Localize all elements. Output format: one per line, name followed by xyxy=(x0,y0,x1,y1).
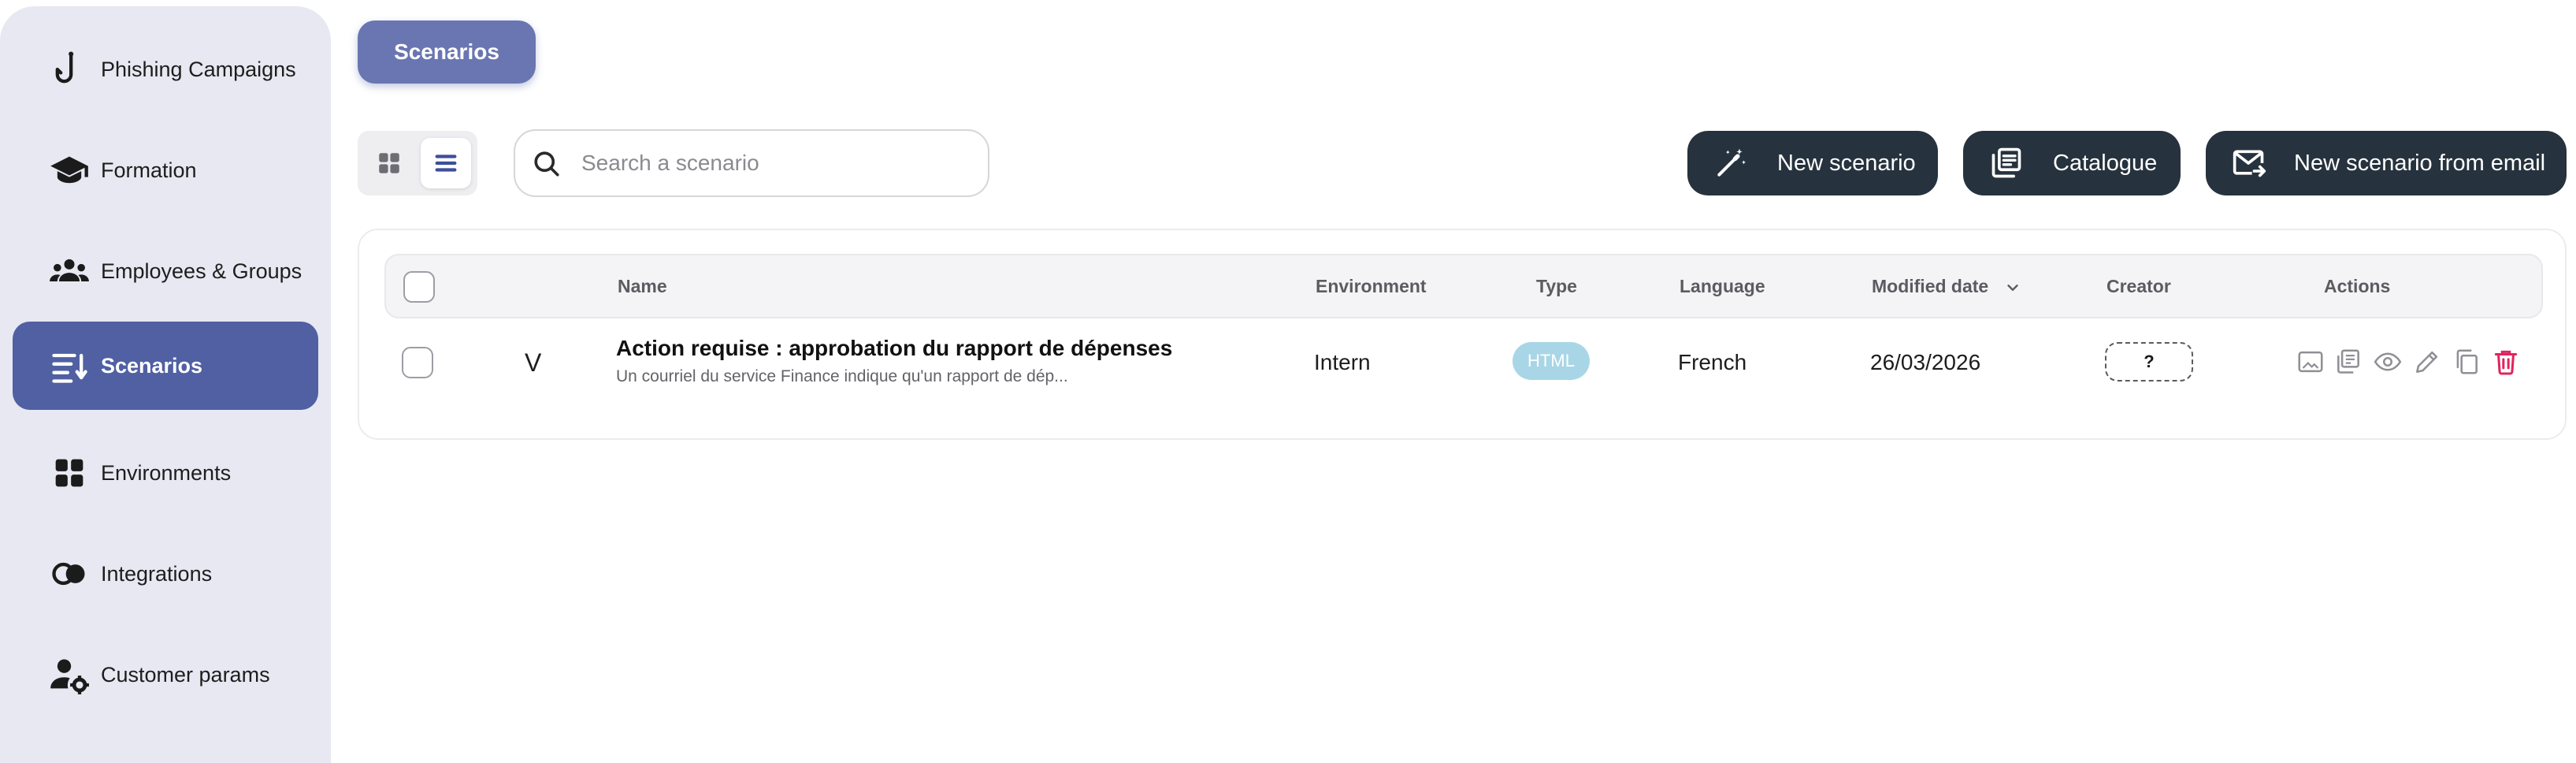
list-icon xyxy=(39,344,99,388)
creator-badge: ? xyxy=(2105,342,2193,382)
list-view-button[interactable] xyxy=(421,138,471,188)
scenario-language: French xyxy=(1678,350,1747,374)
column-header-type[interactable]: Type xyxy=(1536,276,1577,297)
type-badge: HTML xyxy=(1513,342,1590,380)
column-header-actions: Actions xyxy=(2324,276,2391,296)
new-scenario-from-email-button[interactable]: New scenario from email xyxy=(2206,131,2567,195)
copy-icon xyxy=(2456,349,2478,374)
new-scenario-button[interactable]: New scenario xyxy=(1687,131,1938,195)
column-header-environment[interactable]: Environment xyxy=(1316,276,1427,297)
sidebar-item-label: Customer params xyxy=(101,662,270,687)
scenario-description: Un courriel du service Finance indique q… xyxy=(616,367,1068,385)
sidebar-item-label: Integrations xyxy=(101,561,213,586)
select-all-checkbox[interactable] xyxy=(403,271,435,303)
column-header-name[interactable]: Name xyxy=(618,276,667,297)
sidebar-item-customer-params[interactable]: Customer params xyxy=(13,631,318,719)
catalogue-button[interactable]: Catalogue xyxy=(1963,131,2181,195)
graduation-cap-icon xyxy=(39,148,99,192)
row-marker: V xyxy=(525,348,542,377)
catalogue-action[interactable] xyxy=(2333,347,2363,377)
library-icon xyxy=(2337,349,2359,374)
duplicate-action[interactable] xyxy=(2452,347,2481,377)
sidebar-item-label: Formation xyxy=(101,158,197,182)
sidebar: Phishing Campaigns Formation Employees &… xyxy=(0,6,331,763)
sidebar-item-environments[interactable]: Environments xyxy=(13,429,318,517)
user-settings-icon xyxy=(39,653,99,697)
new-scenario-label: New scenario xyxy=(1777,150,1916,176)
preview-image-action[interactable] xyxy=(2296,347,2325,377)
catalogue-label: Catalogue xyxy=(2053,150,2158,176)
magic-wand-icon xyxy=(1717,148,1746,177)
grid-view-button[interactable] xyxy=(364,138,414,188)
view-toggle xyxy=(358,131,477,195)
tab-scenarios[interactable]: Scenarios xyxy=(358,20,536,84)
sidebar-item-label: Employees & Groups xyxy=(101,259,303,283)
pencil-icon xyxy=(2416,351,2438,373)
column-header-language[interactable]: Language xyxy=(1680,276,1765,297)
integrations-icon xyxy=(39,552,99,596)
library-icon xyxy=(1991,147,2021,178)
people-group-icon xyxy=(39,249,99,293)
edit-action[interactable] xyxy=(2412,347,2442,377)
sidebar-item-formation[interactable]: Formation xyxy=(13,126,318,214)
email-forward-icon xyxy=(2233,150,2266,177)
row-checkbox[interactable] xyxy=(402,347,433,378)
list-view-icon xyxy=(435,154,457,172)
search-box xyxy=(514,129,989,197)
table-row[interactable]: V Action requise : approbation du rappor… xyxy=(384,323,2543,418)
fishing-hook-icon xyxy=(39,47,99,91)
eye-icon xyxy=(2374,352,2402,371)
grid-icon xyxy=(39,451,99,495)
sort-descending-icon[interactable] xyxy=(2004,279,2021,296)
search-icon xyxy=(534,151,559,177)
delete-action[interactable] xyxy=(2491,347,2521,377)
search-input[interactable] xyxy=(581,145,975,181)
sidebar-item-scenarios[interactable]: Scenarios xyxy=(13,322,318,410)
sidebar-item-integrations[interactable]: Integrations xyxy=(13,530,318,618)
scenarios-table: Name Environment Type Language Modified … xyxy=(358,229,2567,440)
scenario-modified-date: 26/03/2026 xyxy=(1870,350,1981,374)
trash-icon xyxy=(2494,350,2518,375)
table-header: Name Environment Type Language Modified … xyxy=(384,254,2543,318)
column-header-creator[interactable]: Creator xyxy=(2106,276,2171,297)
sidebar-item-label: Environments xyxy=(101,460,232,485)
column-header-modified-date[interactable]: Modified date xyxy=(1872,276,1988,297)
sidebar-item-employees-groups[interactable]: Employees & Groups xyxy=(13,227,318,315)
sidebar-item-phishing-campaigns[interactable]: Phishing Campaigns xyxy=(13,25,318,114)
new-scenario-from-email-label: New scenario from email xyxy=(2294,150,2546,176)
grid-view-icon xyxy=(379,153,399,173)
scenario-title[interactable]: Action requise : approbation du rapport … xyxy=(616,336,1172,361)
view-action[interactable] xyxy=(2373,347,2403,377)
sidebar-item-label: Phishing Campaigns xyxy=(101,57,296,81)
scenario-environment: Intern xyxy=(1314,350,1371,374)
image-preview-icon xyxy=(2298,351,2323,373)
sidebar-item-label: Scenarios xyxy=(101,353,203,378)
